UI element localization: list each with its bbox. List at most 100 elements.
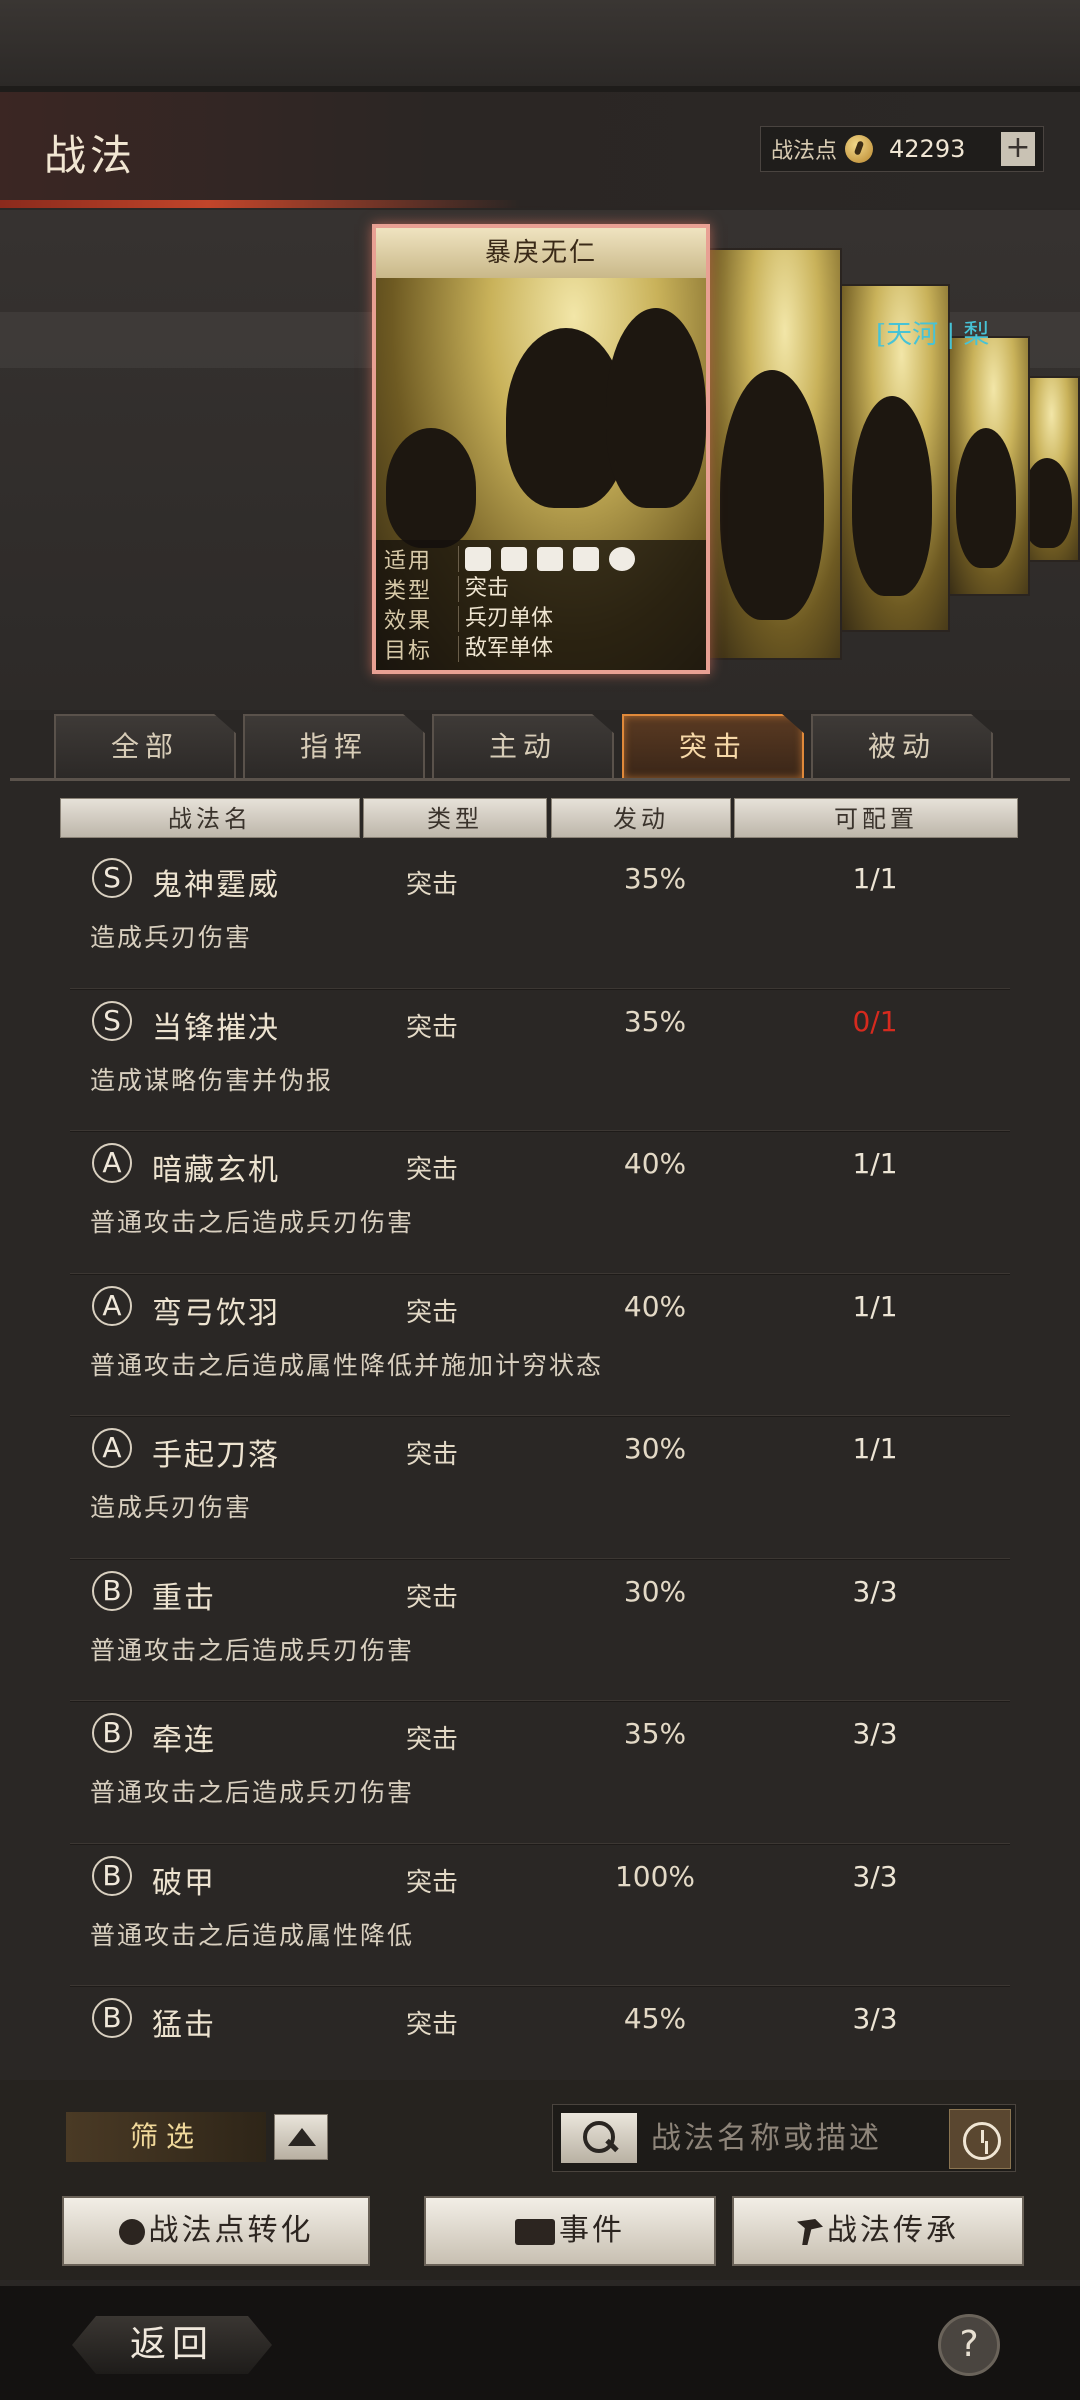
info-row-target: 目标 敌军单体 <box>384 634 698 664</box>
event-label: 事件 <box>559 2213 625 2248</box>
skill-row[interactable]: B 破甲 突击 100% 3/3 普通攻击之后造成属性降低 <box>70 1844 1010 1987</box>
column-header-name[interactable]: 战法名 <box>60 798 360 838</box>
skill-inherit-button[interactable]: 战法传承 <box>732 2196 1024 2266</box>
skill-row[interactable]: A 手起刀落 突击 30% 1/1 造成兵刃伤害 <box>70 1416 1010 1559</box>
skill-name: 鬼神霆威 <box>152 868 280 903</box>
header-bar: 战法 战法点 42293 + <box>0 92 1080 208</box>
skill-type: 突击 <box>406 1867 459 1898</box>
skill-rate: 30% <box>623 1432 687 1465</box>
shield-icon <box>501 547 527 571</box>
convert-points-button[interactable]: 战法点转化 <box>62 2196 370 2266</box>
skill-slots: 3/3 <box>852 1859 898 1893</box>
skill-type: 突击 <box>406 1155 459 1185</box>
skill-rate: 35% <box>623 1004 687 1038</box>
wheel-icon <box>609 547 635 571</box>
tabs-divider <box>10 778 1070 781</box>
grade-badge: B <box>92 1855 132 1896</box>
search-input[interactable] <box>649 2115 939 2161</box>
skill-source-tag: [天河 | 梨 <box>876 320 990 350</box>
page-title: 战法 <box>44 131 137 180</box>
skill-row[interactable]: A 暗藏玄机 突击 40% 1/1 普通攻击之后造成兵刃伤害 <box>70 1131 1010 1274</box>
skill-points-panel: 战法点 42293 + <box>760 126 1044 172</box>
featured-skill-card[interactable]: 暴戾无仁 适用 类型 突击 效果 兵刃单体 目标 敌军单体 <box>372 224 710 674</box>
event-button[interactable]: 事件 <box>424 2196 716 2266</box>
skill-type: 突击 <box>406 2010 459 2040</box>
info-row-type: 类型 突击 <box>384 574 698 604</box>
card-art <box>942 338 1028 594</box>
skill-name: 破甲 <box>152 1865 216 1901</box>
skill-slots: 1/1 <box>852 1289 898 1323</box>
filter-expand-button[interactable] <box>274 2114 328 2160</box>
skill-rate: 40% <box>623 1289 687 1323</box>
skill-description: 普通攻击之后造成兵刃伤害 <box>90 1778 415 1807</box>
add-points-button[interactable]: + <box>1001 132 1035 166</box>
skill-slots: 1/1 <box>852 1432 898 1465</box>
card-title: 暴戾无仁 <box>376 228 706 278</box>
grade-badge: A <box>92 1428 132 1468</box>
help-button[interactable]: ? <box>938 2314 1000 2376</box>
skill-row[interactable]: B 牵连 突击 35% 3/3 普通攻击之后造成兵刃伤害 <box>70 1701 1010 1844</box>
skill-row[interactable]: B 重击 突击 30% 3/3 普通攻击之后造成兵刃伤害 <box>70 1559 1010 1702</box>
skill-row[interactable]: A 弯弓饮羽 突击 40% 1/1 普通攻击之后造成属性降低并施加计穷状态 <box>70 1274 1010 1417</box>
grade-badge: A <box>92 1143 132 1183</box>
skill-row[interactable]: B 猛击 突击 45% 3/3 <box>70 1986 1010 2070</box>
tab-passive[interactable]: 被动 <box>811 714 993 778</box>
info-value: 突击 <box>458 576 509 602</box>
skill-type: 突击 <box>406 870 459 900</box>
header-accent-line <box>0 200 520 208</box>
info-row-troops: 适用 <box>384 544 698 574</box>
card-info-panel: 适用 类型 突击 效果 兵刃单体 目标 敌军单体 <box>376 540 706 670</box>
tab-active[interactable]: 主动 <box>432 714 614 778</box>
event-icon <box>515 2219 555 2245</box>
skill-inherit-label: 战法传承 <box>827 2213 959 2248</box>
info-key: 类型 <box>384 579 433 604</box>
skill-rate: 30% <box>623 1574 687 1608</box>
skill-name: 当锋摧决 <box>152 1010 280 1046</box>
skill-description: 造成兵刃伤害 <box>90 923 253 952</box>
skill-card-back-1[interactable] <box>700 248 842 660</box>
skill-list[interactable]: S 鬼神霆威 突击 35% 1/1 造成兵刃伤害 S 当锋摧决 突击 35% 0… <box>70 846 1010 2070</box>
cavalry-icon <box>465 547 491 571</box>
grade-badge: B <box>92 1998 132 2038</box>
skill-card-back-3[interactable] <box>940 336 1030 596</box>
skill-description: 普通攻击之后造成兵刃伤害 <box>90 1635 415 1665</box>
skill-slots: 3/3 <box>852 2002 898 2035</box>
skill-points-coin-icon <box>845 135 874 163</box>
tab-all[interactable]: 全部 <box>54 714 236 778</box>
skill-name: 暗藏玄机 <box>152 1153 280 1188</box>
featured-skill-banner: 暴戾无仁 适用 类型 突击 效果 兵刃单体 目标 敌军单体 [天河 | 梨 <box>0 210 1080 710</box>
top-decor-band <box>0 0 1080 92</box>
skill-type: 突击 <box>406 1440 459 1470</box>
skill-name: 牵连 <box>152 1723 216 1758</box>
skill-points-label: 战法点 <box>771 139 838 164</box>
grade-badge: A <box>92 1285 132 1326</box>
skill-rate: 40% <box>623 1147 687 1180</box>
convert-points-label: 战法点转化 <box>148 2213 314 2248</box>
info-key: 效果 <box>384 609 433 634</box>
filter-button[interactable]: 筛选 <box>66 2112 266 2162</box>
grade-badge: S <box>92 858 132 898</box>
info-key: 适用 <box>384 549 433 574</box>
history-clock-icon[interactable] <box>949 2109 1011 2169</box>
tab-command[interactable]: 指挥 <box>243 714 425 778</box>
skill-row[interactable]: S 鬼神霆威 突击 35% 1/1 造成兵刃伤害 <box>70 846 1010 989</box>
skill-name: 弯弓饮羽 <box>152 1295 280 1331</box>
hammer-icon <box>797 2219 823 2245</box>
column-header-type[interactable]: 类型 <box>363 798 547 838</box>
column-header-rate[interactable]: 发动 <box>551 798 731 838</box>
skill-description: 普通攻击之后造成兵刃伤害 <box>90 1208 415 1237</box>
skill-row[interactable]: S 当锋摧决 突击 35% 0/1 造成谋略伤害并伪报 <box>70 989 1010 1132</box>
search-icon[interactable] <box>561 2113 637 2163</box>
skill-description: 造成谋略伤害并伪报 <box>90 1065 334 1095</box>
skill-type: 突击 <box>406 1725 459 1755</box>
skill-points-value: 42293 <box>889 135 966 163</box>
skill-description: 普通攻击之后造成属性降低 <box>90 1920 415 1950</box>
back-button[interactable]: 返回 <box>72 2316 272 2374</box>
info-row-effect: 效果 兵刃单体 <box>384 604 698 634</box>
info-value: 兵刃单体 <box>458 606 553 632</box>
tab-assault[interactable]: 突击 <box>622 714 804 778</box>
search-bar <box>552 2104 1016 2172</box>
skill-type: 突击 <box>406 1297 459 1328</box>
column-header-slots[interactable]: 可配置 <box>734 798 1018 838</box>
troop-icons <box>458 546 645 572</box>
